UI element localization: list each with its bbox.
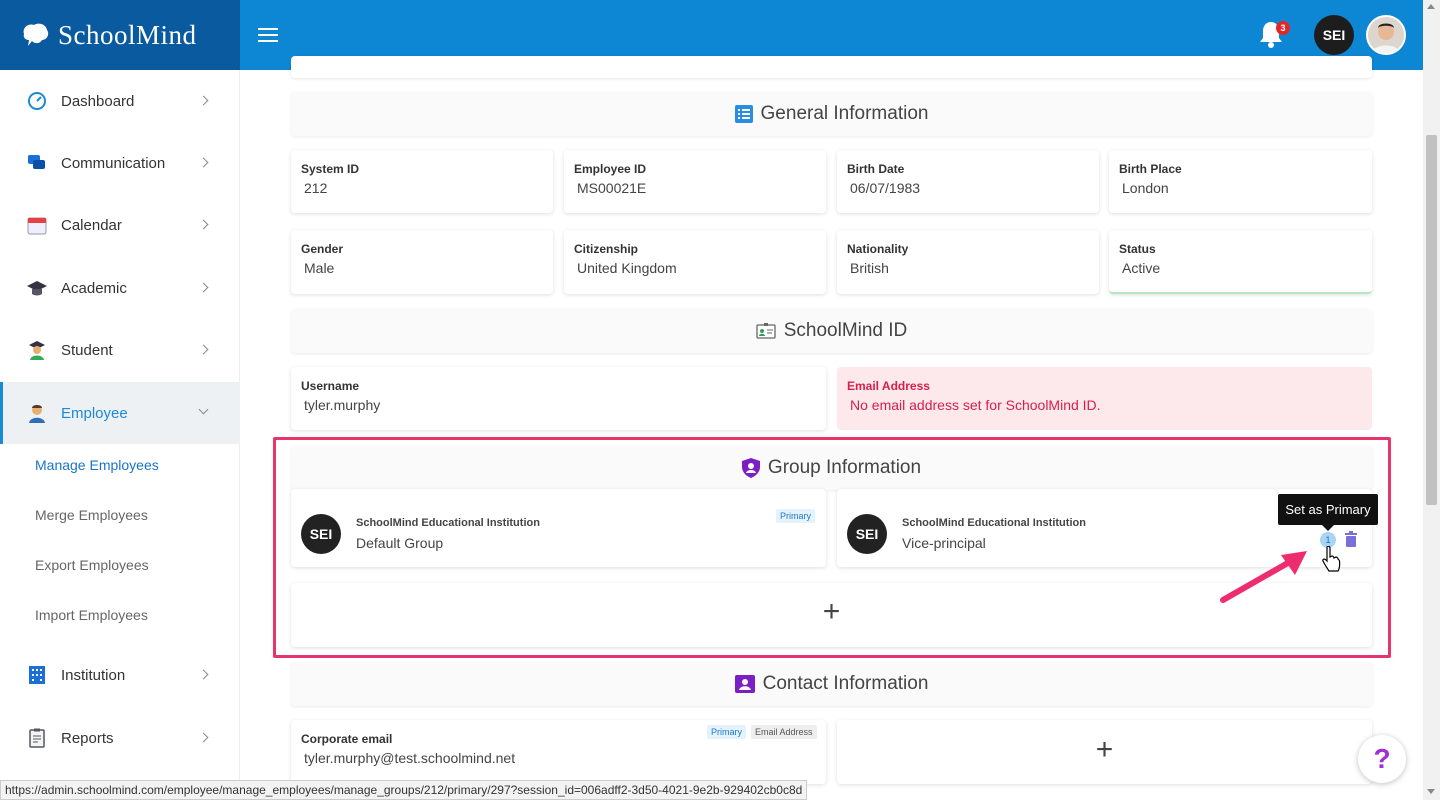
chevron-down-icon [198, 404, 209, 415]
sub-item-export-employees[interactable]: Export Employees [35, 557, 149, 573]
brand-name: SchoolMind [58, 19, 197, 50]
speedometer-icon [28, 92, 46, 110]
chevron-right-icon [198, 95, 209, 106]
sidebar-item-reports[interactable]: Reports [0, 707, 240, 769]
user-avatar[interactable] [1366, 15, 1406, 55]
chevron-right-icon [198, 219, 209, 230]
sidebar-item-student[interactable]: Student [0, 319, 240, 381]
vertical-scrollbar[interactable] [1423, 0, 1440, 800]
institution-avatar[interactable]: SEI [1314, 15, 1354, 55]
browser-status-url: https://admin.schoolmind.com/employee/ma… [0, 780, 808, 800]
schoolmind-id-header: SchoolMind ID [291, 309, 1372, 353]
annotation-arrow-icon [1220, 551, 1307, 603]
section-title: General Information [760, 103, 929, 124]
student-icon [29, 341, 45, 360]
sidebar-item-label: Dashboard [61, 92, 135, 110]
email-address-badge: Email Address [751, 725, 817, 739]
contact-information-header: Contact Information [291, 662, 1372, 706]
contact-label: Corporate email [301, 732, 393, 746]
plus-icon: + [1095, 733, 1114, 766]
sidebar-item-label: Calendar [61, 216, 122, 234]
sidebar-item-institution[interactable]: Institution [0, 644, 240, 706]
field-citizenship: Citizenship United Kingdom [564, 230, 826, 294]
sidebar-item-label: Academic [61, 279, 127, 297]
add-contact-button[interactable]: + [837, 720, 1372, 784]
scrollbar-thumb[interactable] [1426, 135, 1437, 505]
brand-logo[interactable]: SchoolMind [0, 0, 240, 70]
brain-logo-icon [23, 23, 49, 46]
chevron-right-icon [198, 344, 209, 355]
sidebar-item-label: Employee [61, 404, 128, 422]
field-birth-date: Birth Date 06/07/1983 [837, 150, 1099, 213]
sidebar-item-label: Student [61, 341, 113, 359]
sub-item-import-employees[interactable]: Import Employees [35, 607, 148, 623]
hand-cursor-icon [1322, 546, 1341, 572]
sub-item-merge-employees[interactable]: Merge Employees [35, 507, 148, 523]
contact-value: tyler.murphy@test.schoolmind.net [304, 750, 516, 766]
list-icon [734, 105, 753, 123]
section-title: SchoolMind ID [783, 320, 908, 341]
sidebar-item-dashboard[interactable]: Dashboard [0, 70, 240, 132]
building-icon [29, 666, 45, 684]
graduation-cap-icon [27, 281, 47, 296]
scroll-down-arrow-icon[interactable] [1427, 789, 1435, 794]
field-employee-id: Employee ID MS00021E [564, 150, 826, 213]
employee-icon [29, 405, 45, 423]
field-birth-place: Birth Place London [1109, 150, 1372, 213]
sidebar-item-academic[interactable]: Academic [0, 257, 240, 319]
hamburger-menu-icon[interactable] [258, 28, 278, 42]
chevron-right-icon [198, 157, 209, 168]
field-system-id: System ID 212 [291, 150, 553, 213]
field-nationality: Nationality British [837, 230, 1099, 294]
field-email-warning: Email Address No email address set for Sc… [837, 367, 1372, 430]
field-status: Status Active [1109, 230, 1372, 294]
sidebar-item-label: Communication [61, 154, 166, 172]
calendar-icon [27, 217, 47, 235]
sidebar-item-label: Institution [61, 666, 126, 684]
sub-item-manage-employees[interactable]: Manage Employees [35, 457, 159, 473]
chat-bubbles-icon [28, 155, 45, 169]
sidebar-item-calendar[interactable]: Calendar [0, 194, 240, 256]
primary-badge: Primary [707, 725, 746, 739]
sidebar-item-label: Reports [61, 729, 114, 747]
section-title: Contact Information [762, 673, 929, 694]
chevron-right-icon [198, 732, 209, 743]
contact-card-icon [734, 675, 755, 693]
field-username: Username tyler.murphy [291, 367, 826, 430]
chevron-right-icon [198, 669, 209, 680]
chevron-right-icon [198, 282, 209, 293]
sidebar-item-communication[interactable]: Communication [0, 132, 240, 194]
field-gender: Gender Male [291, 230, 553, 294]
sidebar: Dashboard Communication Calendar Academi… [0, 70, 240, 800]
notifications-bell-icon[interactable]: 3 [1258, 20, 1290, 50]
id-card-icon [756, 323, 776, 339]
general-information-header: General Information [291, 92, 1372, 136]
sidebar-item-employee[interactable]: Employee [0, 382, 240, 444]
help-button[interactable]: ? [1358, 735, 1406, 783]
clipboard-icon [29, 728, 45, 748]
notification-count-badge: 3 [1276, 21, 1290, 35]
previous-section-card [291, 56, 1372, 78]
scroll-up-arrow-icon[interactable] [1427, 4, 1435, 9]
contact-card: Corporate email tyler.murphy@test.school… [291, 720, 826, 784]
